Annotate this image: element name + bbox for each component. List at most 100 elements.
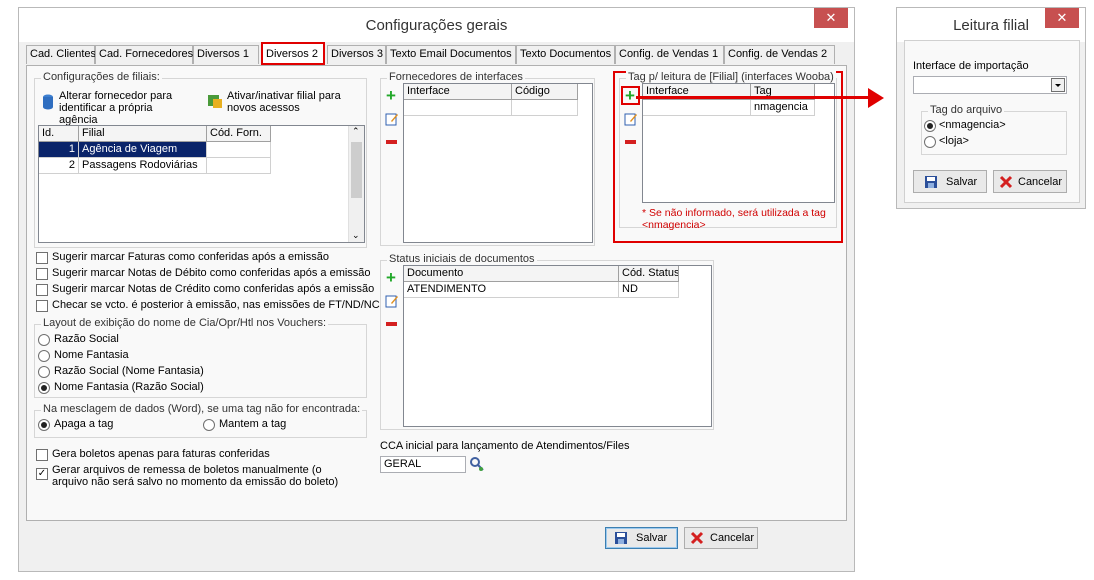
interface-importacao-select[interactable] xyxy=(913,76,1067,94)
radio-razao-nome[interactable] xyxy=(38,366,50,378)
close-icon: ✕ xyxy=(1056,10,1068,25)
radio-apaga-tag-label: Apaga a tag xyxy=(54,418,114,430)
search-icon[interactable] xyxy=(469,456,485,472)
col-filial[interactable]: Filial xyxy=(79,126,207,142)
leitura-cancel-button[interactable]: Cancelar xyxy=(993,170,1067,193)
check-gera-boletos-label: Gera boletos apenas para faturas conferi… xyxy=(52,448,270,460)
plus-icon[interactable]: + xyxy=(386,269,396,286)
tab-diversos-1[interactable]: Diversos 1 xyxy=(193,45,259,64)
mesclagem-group: Na mesclagem de dados (Word), se uma tag… xyxy=(34,403,367,438)
edit-icon[interactable] xyxy=(385,294,399,308)
table-row[interactable]: 2 Passagens Rodoviárias xyxy=(39,158,364,174)
filiais-scrollbar[interactable]: ⌃ ⌄ xyxy=(348,126,364,242)
tab-config-vendas-1[interactable]: Config. de Vendas 1 xyxy=(615,45,724,64)
cell-filial: Passagens Rodoviárias xyxy=(79,158,207,174)
radio-razao-social[interactable] xyxy=(38,334,50,346)
radio-nome-razao[interactable] xyxy=(38,382,50,394)
cancel-x-icon xyxy=(690,531,704,545)
status-grid[interactable]: Documento Cód. Status ATENDIMENTO ND xyxy=(403,265,712,427)
layout-voucher-group: Layout de exibição do nome de Cia/Opr/Ht… xyxy=(34,317,367,398)
edit-icon[interactable] xyxy=(385,112,399,126)
plus-icon[interactable]: + xyxy=(386,87,396,104)
filiais-grid-header: Id. Filial Cód. Forn. xyxy=(39,126,364,142)
edit-icon[interactable] xyxy=(624,112,638,126)
col-cod-forn[interactable]: Cód. Forn. xyxy=(207,126,271,142)
tab-config-vendas-2[interactable]: Config. de Vendas 2 xyxy=(724,45,835,64)
check-faturas[interactable] xyxy=(36,252,48,264)
col-documento[interactable]: Documento xyxy=(404,266,619,282)
tab-diversos-2[interactable]: Diversos 2 xyxy=(261,42,325,65)
alterar-fornecedor-button[interactable]: Alterar fornecedor para identificar a pr… xyxy=(39,89,199,126)
check-notas-debito[interactable] xyxy=(36,268,48,280)
radio-razao-nome-label: Razão Social (Nome Fantasia) xyxy=(54,365,204,377)
col-codigo[interactable]: Código xyxy=(512,84,578,100)
cell-codigo xyxy=(512,100,578,116)
cell-cod-status: ND xyxy=(619,282,679,298)
cca-label: CCA inicial para lançamento de Atendimen… xyxy=(380,440,630,452)
scroll-down-icon[interactable]: ⌄ xyxy=(352,230,360,241)
leitura-close-button[interactable]: ✕ xyxy=(1045,8,1079,28)
tab-texto-email-documentos[interactable]: Texto Email Documentos xyxy=(386,45,516,64)
radio-loja-label: <loja> xyxy=(939,135,969,147)
tab-diversos-3[interactable]: Diversos 3 xyxy=(327,45,386,64)
cancel-button[interactable]: Cancelar xyxy=(684,527,758,549)
radio-nome-fantasia[interactable] xyxy=(38,350,50,362)
check-notas-debito-label: Sugerir marcar Notas de Débito como conf… xyxy=(52,267,371,279)
toggle-filial-icon xyxy=(208,95,222,108)
filiais-group: Configurações de filiais: Alterar fornec… xyxy=(34,71,367,248)
radio-mantem-tag[interactable] xyxy=(203,419,215,431)
table-row[interactable] xyxy=(404,100,592,116)
mesclagem-label: Na mesclagem de dados (Word), se uma tag… xyxy=(41,403,363,415)
cell-id: 1 xyxy=(39,142,79,158)
cell-cod xyxy=(207,142,271,158)
leitura-save-label: Salvar xyxy=(946,176,978,188)
radio-apaga-tag[interactable] xyxy=(38,419,50,431)
check-vcto[interactable] xyxy=(36,300,48,312)
table-row[interactable]: 1 Agência de Viagem xyxy=(39,142,364,158)
radio-razao-social-label: Razão Social xyxy=(54,333,119,345)
connector-line xyxy=(636,96,870,99)
status-group-label: Status iniciais de documentos xyxy=(387,253,537,265)
fornecedores-group: Fornecedores de interfaces + Interface C… xyxy=(380,71,595,246)
tab-cad-fornecedores[interactable]: Cad. Fornecedores xyxy=(95,45,193,64)
col-cod-status[interactable]: Cód. Status xyxy=(619,266,679,282)
cca-input[interactable]: GERAL xyxy=(380,456,466,473)
save-button-label: Salvar xyxy=(636,532,668,544)
check-gera-boletos[interactable] xyxy=(36,449,48,461)
radio-loja[interactable] xyxy=(924,136,936,148)
save-button[interactable]: Salvar xyxy=(605,527,678,549)
tag-arquivo-group: Tag do arquivo <nmagencia> <loja> xyxy=(921,104,1067,155)
radio-nmagencia-label: <nmagencia> xyxy=(939,119,1006,131)
col-id[interactable]: Id. xyxy=(39,126,79,142)
chevron-down-icon[interactable] xyxy=(1051,78,1065,92)
check-vcto-label: Checar se vcto. é posterior à emissão, n… xyxy=(52,299,380,311)
tab-texto-documentos[interactable]: Texto Documentos xyxy=(516,45,615,64)
tag-filial-group: Tag p/ leitura de [Filial] (interfaces W… xyxy=(619,71,837,231)
minus-icon[interactable] xyxy=(386,140,397,144)
alterar-fornecedor-label: Alterar fornecedor para identificar a pr… xyxy=(59,90,173,126)
tab-cad-clientes[interactable]: Cad. Clientes xyxy=(26,45,96,64)
table-row[interactable]: nmagencia xyxy=(643,100,834,116)
table-row[interactable]: ATENDIMENTO ND xyxy=(404,282,711,298)
scroll-up-icon[interactable]: ⌃ xyxy=(352,126,360,137)
ativar-filial-button[interactable]: Ativar/inativar filial para novos acesso… xyxy=(205,89,365,115)
minus-icon[interactable] xyxy=(386,322,397,326)
scroll-thumb[interactable] xyxy=(351,142,362,198)
check-remessa[interactable]: ✓ xyxy=(36,468,48,480)
tag-grid[interactable]: Interface Tag nmagencia xyxy=(642,83,835,203)
leitura-filial-window: Leitura filial ✕ Interface de importação… xyxy=(896,7,1086,209)
check-faturas-label: Sugerir marcar Faturas como conferidas a… xyxy=(52,251,329,263)
check-notas-credito-label: Sugerir marcar Notas de Crédito como con… xyxy=(52,283,375,295)
minus-icon[interactable] xyxy=(625,140,636,144)
col-interface[interactable]: Interface xyxy=(404,84,512,100)
plus-icon[interactable]: + xyxy=(625,87,635,104)
check-notas-credito[interactable] xyxy=(36,284,48,296)
window-title: Configurações gerais xyxy=(365,17,508,34)
radio-nmagencia[interactable] xyxy=(924,120,936,132)
radio-nome-razao-label: Nome Fantasia (Razão Social) xyxy=(54,381,204,393)
leitura-save-button[interactable]: Salvar xyxy=(913,170,987,193)
filiais-grid[interactable]: Id. Filial Cód. Forn. 1 Agência de Viage… xyxy=(38,125,365,243)
close-button[interactable]: ✕ xyxy=(814,8,848,28)
fornecedores-grid[interactable]: Interface Código xyxy=(403,83,593,243)
radio-mantem-tag-label: Mantem a tag xyxy=(219,418,287,430)
